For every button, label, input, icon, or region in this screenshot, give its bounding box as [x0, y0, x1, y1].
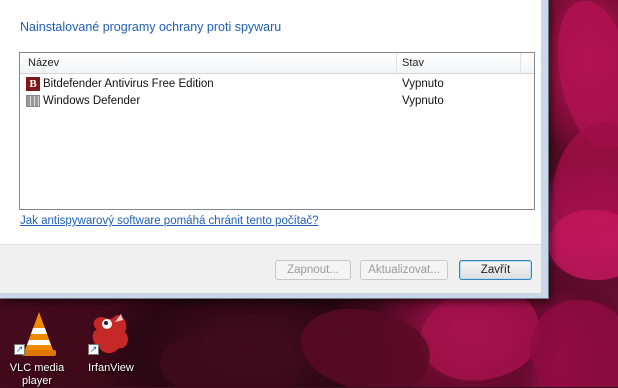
shortcut-arrow-icon: ↗ — [88, 344, 99, 355]
close-button[interactable]: Zavřít — [459, 260, 532, 280]
desktop-icon-label: VLC media player — [9, 362, 65, 387]
desktop-icon-vlc[interactable]: ↗ VLC media player — [6, 308, 68, 387]
program-status: Vypnuto — [402, 95, 444, 107]
help-link[interactable]: Jak antispywarový software pomáhá chráni… — [20, 215, 319, 227]
list-item[interactable]: B Bitdefender Antivirus Free Edition Vyp… — [20, 76, 534, 93]
list-header: Název Stav — [20, 53, 534, 74]
desktop-icon-irfanview[interactable]: ↗ IrfanView — [80, 308, 142, 387]
wallpaper-petal — [548, 210, 618, 280]
dialog-heading: Nainstalované programy ochrany proti spy… — [20, 20, 282, 34]
program-status: Vypnuto — [402, 78, 444, 90]
wallpaper-petal — [160, 330, 300, 387]
column-divider[interactable] — [520, 53, 521, 73]
program-name: Bitdefender Antivirus Free Edition — [43, 78, 214, 90]
wallpaper-petal — [294, 299, 436, 387]
windows-defender-icon — [26, 95, 40, 107]
desktop-icon-label: IrfanView — [88, 362, 134, 374]
update-button[interactable]: Aktualizovat... — [360, 260, 448, 280]
bitdefender-icon: B — [26, 77, 40, 91]
shortcut-arrow-icon: ↗ — [14, 344, 25, 355]
dialog-client-area: Nainstalované programy ochrany proti spy… — [0, 0, 541, 293]
list-item[interactable]: Windows Defender Vypnuto — [20, 93, 534, 110]
enable-button[interactable]: Zapnout... — [275, 260, 351, 280]
column-header-status[interactable]: Stav — [402, 57, 424, 69]
program-name: Windows Defender — [43, 95, 141, 107]
programs-list[interactable]: Název Stav B Bitdefender Antivirus Free … — [19, 52, 535, 210]
wallpaper-petal — [530, 300, 618, 387]
vlc-cone-icon — [22, 312, 56, 356]
antispyware-dialog: Nainstalované programy ochrany proti spy… — [0, 0, 549, 299]
column-header-name[interactable]: Název — [28, 57, 59, 69]
column-divider[interactable] — [396, 53, 397, 73]
